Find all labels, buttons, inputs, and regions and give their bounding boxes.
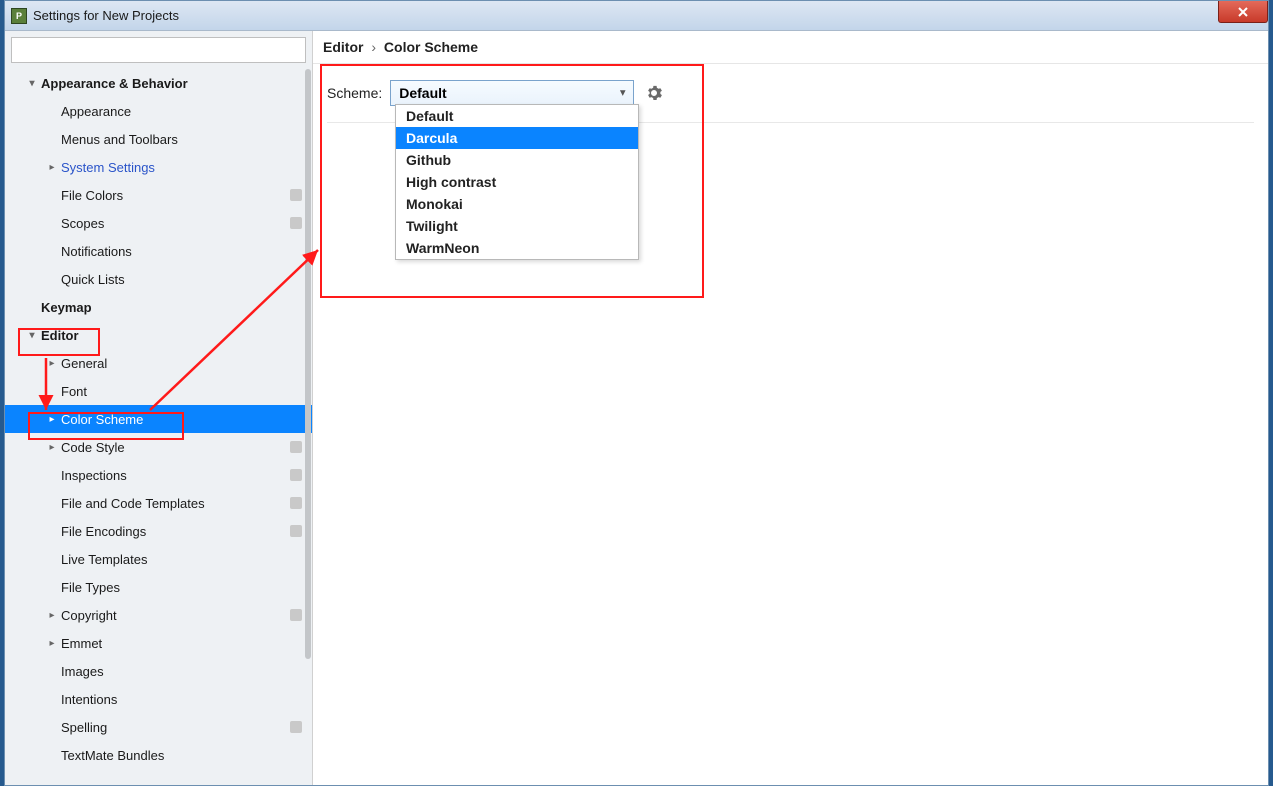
- titlebar: P Settings for New Projects: [5, 1, 1268, 31]
- chevron-right-icon: ▸: [45, 414, 59, 425]
- tree-system-settings[interactable]: ▸System Settings: [5, 153, 312, 181]
- tree-inspections[interactable]: Inspections: [5, 461, 312, 489]
- chevron-down-icon: ▾: [620, 88, 625, 99]
- tree-general[interactable]: ▸General: [5, 349, 312, 377]
- tree-label: TextMate Bundles: [61, 748, 302, 763]
- scheme-selected-value: Default: [399, 85, 446, 101]
- dropdown-item-default[interactable]: Default: [396, 105, 638, 127]
- tree-label: Quick Lists: [61, 272, 302, 287]
- scheme-gear-button[interactable]: [642, 81, 666, 105]
- project-scope-icon: [290, 217, 302, 229]
- breadcrumb-color-scheme: Color Scheme: [384, 39, 478, 55]
- chevron-right-icon: ▸: [45, 358, 59, 369]
- tree-file-types[interactable]: File Types: [5, 573, 312, 601]
- chevron-right-icon: ▸: [45, 610, 59, 621]
- tree-label: Keymap: [41, 300, 302, 315]
- tree-label: Appearance: [61, 104, 302, 119]
- gear-icon: [646, 85, 662, 101]
- project-scope-icon: [290, 469, 302, 481]
- tree-label: File Encodings: [61, 524, 284, 539]
- app-icon: P: [11, 8, 27, 24]
- search-wrap: [5, 31, 312, 69]
- tree-textmate-bundles[interactable]: TextMate Bundles: [5, 741, 312, 769]
- chevron-down-icon: ▾: [25, 330, 39, 341]
- sidebar-scrollbar[interactable]: [304, 69, 312, 785]
- tree-keymap[interactable]: Keymap: [5, 293, 312, 321]
- tree-label: Code Style: [61, 440, 284, 455]
- tree-appearance[interactable]: Appearance: [5, 97, 312, 125]
- dropdown-item-high-contrast[interactable]: High contrast: [396, 171, 638, 193]
- breadcrumb-separator: ›: [367, 39, 380, 55]
- scrollbar-thumb[interactable]: [305, 69, 311, 659]
- settings-window: P Settings for New Projects ▾Appearance …: [4, 0, 1269, 786]
- tree-label: Font: [61, 384, 302, 399]
- tree-label: File Colors: [61, 188, 284, 203]
- tree-label: Color Scheme: [61, 412, 302, 427]
- content-area: Scheme: Default ▾ Default Darcula Github: [313, 64, 1268, 139]
- tree-notifications[interactable]: Notifications: [5, 237, 312, 265]
- tree-label: Live Templates: [61, 552, 302, 567]
- tree-label: File and Code Templates: [61, 496, 284, 511]
- tree-label: Intentions: [61, 692, 302, 707]
- tree-editor[interactable]: ▾Editor: [5, 321, 312, 349]
- tree-label: Notifications: [61, 244, 302, 259]
- tree-label: Editor: [41, 328, 302, 343]
- project-scope-icon: [290, 609, 302, 621]
- tree-quick-lists[interactable]: Quick Lists: [5, 265, 312, 293]
- project-scope-icon: [290, 441, 302, 453]
- window-title: Settings for New Projects: [33, 8, 179, 23]
- dropdown-item-darcula[interactable]: Darcula: [396, 127, 638, 149]
- scheme-dropdown[interactable]: Default Darcula Github High contrast Mon…: [395, 104, 639, 260]
- chevron-right-icon: ▸: [45, 442, 59, 453]
- tree-appearance-behavior[interactable]: ▾Appearance & Behavior: [5, 69, 312, 97]
- tree-label: Scopes: [61, 216, 284, 231]
- chevron-down-icon: ▾: [25, 78, 39, 89]
- settings-sidebar: ▾Appearance & Behavior Appearance Menus …: [5, 31, 313, 785]
- tree-scopes[interactable]: Scopes: [5, 209, 312, 237]
- tree-code-style[interactable]: ▸Code Style: [5, 433, 312, 461]
- settings-tree[interactable]: ▾Appearance & Behavior Appearance Menus …: [5, 69, 312, 785]
- project-scope-icon: [290, 189, 302, 201]
- tree-menus-toolbars[interactable]: Menus and Toolbars: [5, 125, 312, 153]
- tree-label: Inspections: [61, 468, 284, 483]
- chevron-right-icon: ▸: [45, 638, 59, 649]
- tree-intentions[interactable]: Intentions: [5, 685, 312, 713]
- scheme-select[interactable]: Default ▾: [390, 80, 634, 106]
- tree-emmet[interactable]: ▸Emmet: [5, 629, 312, 657]
- breadcrumb: Editor › Color Scheme: [313, 31, 1268, 64]
- tree-font[interactable]: Font: [5, 377, 312, 405]
- breadcrumb-editor[interactable]: Editor: [323, 39, 363, 55]
- tree-file-encodings[interactable]: File Encodings: [5, 517, 312, 545]
- dropdown-item-github[interactable]: Github: [396, 149, 638, 171]
- project-scope-icon: [290, 525, 302, 537]
- dropdown-item-warmneon[interactable]: WarmNeon: [396, 237, 638, 259]
- dialog-body: ▾Appearance & Behavior Appearance Menus …: [5, 31, 1268, 785]
- tree-label: Emmet: [61, 636, 302, 651]
- close-icon: [1237, 6, 1249, 18]
- close-button[interactable]: [1218, 1, 1268, 23]
- tree-images[interactable]: Images: [5, 657, 312, 685]
- project-scope-icon: [290, 497, 302, 509]
- search-input[interactable]: [11, 37, 306, 63]
- tree-label: Appearance & Behavior: [41, 76, 302, 91]
- scheme-label: Scheme:: [327, 85, 382, 101]
- tree-label: System Settings: [61, 160, 302, 175]
- tree-label: Menus and Toolbars: [61, 132, 302, 147]
- dropdown-item-monokai[interactable]: Monokai: [396, 193, 638, 215]
- tree-live-templates[interactable]: Live Templates: [5, 545, 312, 573]
- tree-file-colors[interactable]: File Colors: [5, 181, 312, 209]
- tree-label: Copyright: [61, 608, 284, 623]
- settings-main-panel: Editor › Color Scheme Scheme: Default ▾: [313, 31, 1268, 785]
- tree-spelling[interactable]: Spelling: [5, 713, 312, 741]
- tree-label: Spelling: [61, 720, 284, 735]
- dropdown-item-twilight[interactable]: Twilight: [396, 215, 638, 237]
- tree-label: File Types: [61, 580, 302, 595]
- chevron-right-icon: ▸: [45, 162, 59, 173]
- tree-label: General: [61, 356, 302, 371]
- tree-copyright[interactable]: ▸Copyright: [5, 601, 312, 629]
- tree-file-code-templates[interactable]: File and Code Templates: [5, 489, 312, 517]
- project-scope-icon: [290, 721, 302, 733]
- tree-color-scheme[interactable]: ▸Color Scheme: [5, 405, 312, 433]
- tree-label: Images: [61, 664, 302, 679]
